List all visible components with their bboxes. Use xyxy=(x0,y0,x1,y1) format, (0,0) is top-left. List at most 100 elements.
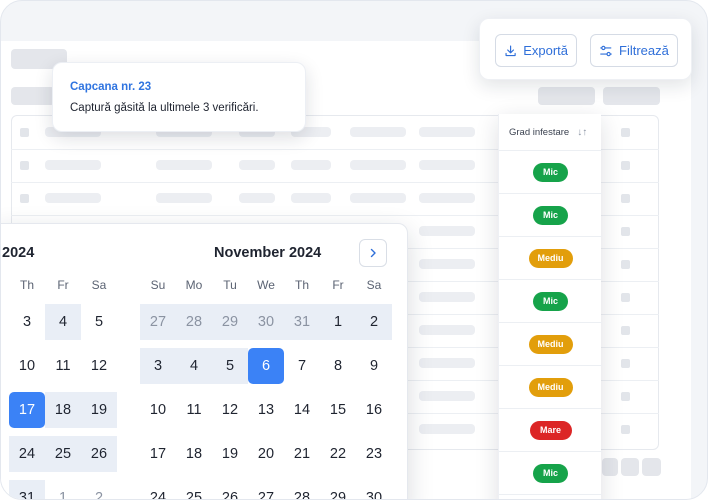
calendar-day[interactable]: 4 xyxy=(176,348,212,384)
export-button[interactable]: Exportă xyxy=(495,34,577,67)
calendar-day[interactable]: 5 xyxy=(81,304,117,340)
sort-icon[interactable]: ↓↑ xyxy=(577,127,587,138)
infestation-badge: Mediu xyxy=(528,334,573,354)
row-action-placeholder[interactable] xyxy=(621,227,630,236)
calendar-day[interactable]: 25 xyxy=(45,436,81,472)
calendar-day[interactable]: 14 xyxy=(284,392,320,428)
calendar-day[interactable]: 13 xyxy=(248,392,284,428)
calendar-day[interactable]: 18 xyxy=(45,392,81,428)
calendar-day[interactable]: 26 xyxy=(212,480,248,499)
calendar-day[interactable]: 4 xyxy=(45,304,81,340)
next-month-button[interactable] xyxy=(359,239,387,267)
weekday-label: We xyxy=(257,278,275,292)
weekday-label: Tu xyxy=(223,278,237,292)
calendar-day[interactable]: 2 xyxy=(356,304,392,340)
calendar-day[interactable]: 27 xyxy=(248,480,284,499)
infestation-badge: Mic xyxy=(533,205,568,225)
calendar-day[interactable]: 11 xyxy=(45,348,81,384)
calendar-day[interactable]: 7 xyxy=(284,348,320,384)
calendar-day[interactable]: 16 xyxy=(356,392,392,428)
calendar-day[interactable]: 9 xyxy=(356,348,392,384)
row-action-placeholder[interactable] xyxy=(621,293,630,302)
calendar-day[interactable]: 21 xyxy=(284,436,320,472)
calendar-day[interactable]: 1 xyxy=(45,480,81,499)
filter-button[interactable]: Filtrează xyxy=(590,34,678,67)
skeleton-cell xyxy=(419,292,475,302)
calendar-day[interactable]: 20 xyxy=(248,436,284,472)
calendar-day[interactable]: 1 xyxy=(320,304,356,340)
row-action-placeholder[interactable] xyxy=(621,359,630,368)
row-action-placeholder[interactable] xyxy=(621,392,630,401)
filter-label: Filtrează xyxy=(619,43,669,58)
calendar-day[interactable]: 12 xyxy=(81,348,117,384)
grade-cell: Mediu xyxy=(499,237,602,280)
row-checkbox[interactable] xyxy=(20,161,29,170)
calendar-day[interactable]: 28 xyxy=(176,304,212,340)
grade-column-header[interactable]: Grad infestare ↓↑ xyxy=(499,114,602,151)
weekday-label: Th xyxy=(19,278,34,292)
calendar-day[interactable]: 12 xyxy=(212,392,248,428)
row-action-placeholder[interactable] xyxy=(621,128,630,137)
row-action-placeholder[interactable] xyxy=(621,326,630,335)
skeleton-cell xyxy=(350,127,406,137)
calendar-day[interactable]: 24 xyxy=(9,436,45,472)
weekday-label: Sa xyxy=(366,278,382,292)
calendar-day[interactable]: 31 xyxy=(9,480,45,499)
row-checkbox[interactable] xyxy=(20,128,29,137)
grade-cell: Mediu xyxy=(499,323,602,366)
skeleton-cell xyxy=(419,193,475,203)
calendar-day[interactable]: 30 xyxy=(356,480,392,499)
calendar-day[interactable]: 17 xyxy=(9,392,45,428)
calendar-day[interactable]: 2 xyxy=(81,480,117,499)
calendar-day[interactable]: 19 xyxy=(81,392,117,428)
row-checkbox[interactable] xyxy=(20,194,29,203)
calendar-day[interactable]: 25 xyxy=(176,480,212,499)
weekday-label: Fr xyxy=(332,278,344,292)
grade-cell: Mic xyxy=(499,280,602,323)
grade-cell: Mic xyxy=(499,151,602,194)
calendar-day[interactable]: 17 xyxy=(140,436,176,472)
skeleton-cell xyxy=(419,259,475,269)
infestation-badge: Mic xyxy=(533,291,568,311)
skeleton-cell xyxy=(419,325,475,335)
row-action-placeholder[interactable] xyxy=(621,194,630,203)
calendar-day[interactable]: 22 xyxy=(320,436,356,472)
calendar-day[interactable]: 30 xyxy=(248,304,284,340)
calendar-day[interactable]: 31 xyxy=(284,304,320,340)
calendar-day[interactable]: 3 xyxy=(9,304,45,340)
calendar-day[interactable]: 26 xyxy=(81,436,117,472)
tooltip-body: Captură găsită la ultimele 3 verificări. xyxy=(70,102,259,114)
calendar-day[interactable]: 29 xyxy=(320,480,356,499)
skeleton-cell xyxy=(419,391,475,401)
calendar-day[interactable]: 8 xyxy=(320,348,356,384)
calendar-day[interactable]: 5 xyxy=(212,348,248,384)
infestation-badge: Mediu xyxy=(528,377,573,397)
chevron-right-icon xyxy=(370,248,376,258)
row-action-placeholder[interactable] xyxy=(621,161,630,170)
calendar-day[interactable]: 3 xyxy=(140,348,176,384)
pagination-placeholder[interactable] xyxy=(642,458,661,476)
calendar-day[interactable]: 15 xyxy=(320,392,356,428)
calendar-day[interactable]: 18 xyxy=(176,436,212,472)
calendar-day[interactable]: 6 xyxy=(248,348,284,384)
calendar-day[interactable]: 29 xyxy=(212,304,248,340)
skeleton-cell xyxy=(350,160,406,170)
skeleton-control xyxy=(538,87,595,105)
row-action-placeholder[interactable] xyxy=(621,260,630,269)
calendar-day[interactable]: 19 xyxy=(212,436,248,472)
skeleton-cell xyxy=(419,358,475,368)
calendar-day[interactable]: 28 xyxy=(284,480,320,499)
calendar-day[interactable]: 27 xyxy=(140,304,176,340)
calendar-day[interactable]: 23 xyxy=(356,436,392,472)
calendar-day[interactable]: 10 xyxy=(9,348,45,384)
calendar-day[interactable]: 24 xyxy=(140,480,176,499)
weekday-label: Sa xyxy=(91,278,107,292)
pagination-placeholder[interactable] xyxy=(621,458,639,476)
skeleton-cell xyxy=(419,226,475,236)
row-action-placeholder[interactable] xyxy=(621,425,630,434)
calendar-day[interactable]: 10 xyxy=(140,392,176,428)
infestation-badge: Mare xyxy=(529,420,572,440)
pagination-placeholder[interactable] xyxy=(602,458,618,476)
app-window: Grad infestare ↓↑ Mic Mic Mediu Mic Mediu Med… xyxy=(0,0,708,500)
calendar-day[interactable]: 11 xyxy=(176,392,212,428)
